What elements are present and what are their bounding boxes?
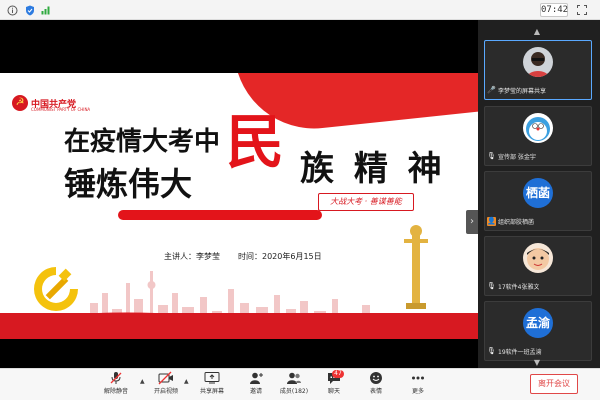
leave-meeting-button[interactable]: 离开会议 [530,374,578,394]
fullscreen-icon[interactable] [576,3,588,17]
slide-bottom-band [0,313,478,339]
slide-speaker: 主讲人：李梦莹 [164,252,220,261]
more-button[interactable]: 更多 [398,371,438,399]
meeting-app: 07:42 ☭ 中国共产党 COMMUNIST PARTY OF CHINA 在… [0,0,600,400]
party-name-english: COMMUNIST PARTY OF CHINA [31,107,91,112]
chat-unread-badge: 47 [332,370,344,378]
more-dots-icon [398,371,438,387]
slide-red-bar [118,210,322,220]
slide-title-line3: 族 精 神 [300,149,446,189]
participant-tile[interactable]: 🎙 宣传部 张金宇 [484,106,592,166]
slide-date: 时间：2020年6月15日 [238,252,322,261]
top-status-bar: 07:42 [0,0,600,20]
share-screen-button[interactable]: 共享屏幕 [192,371,232,399]
more-label: 更多 [411,388,424,395]
hammer-sickle-icon [34,267,78,311]
scroll-down-arrow-icon[interactable]: ▼ [532,359,542,367]
participant-tile[interactable]: 孟渝 🎙 19软件一班孟渝 [484,301,592,361]
host-icon: 👤 [487,217,496,226]
slide-title-line2: 锤炼伟大 [64,165,193,203]
participant-label-row: 🎙 宣传部 张金宇 [487,151,591,162]
audio-options-caret-icon[interactable]: ▲ [140,378,145,385]
avatar [523,243,553,273]
members-button[interactable]: 成员(182) [274,371,314,399]
slide-slogan-stamp: 大战大考 · 善谋善能 [318,193,414,211]
mic-muted-icon: 🎙 [487,152,496,160]
members-label: 成员(182) [279,388,309,395]
participant-name: 17软件4张雅文 [498,284,540,291]
camera-off-icon [146,371,186,387]
share-screen-icon [192,371,232,387]
participant-label-row: 🎙 19软件一班孟渝 [487,346,591,357]
shield-icon [24,3,36,17]
participant-tile[interactable]: 🎤 李梦莹的屏幕共享 [484,40,592,100]
mic-muted-icon: 🎙 [487,282,496,290]
collapse-panel-arrow-icon[interactable]: › [466,210,478,234]
reactions-button[interactable]: 表情 [356,371,396,399]
mic-off-icon [96,371,136,387]
avatar: 孟渝 [523,308,553,338]
slide-title-big-char: 民 [226,108,285,176]
slide-title-line1: 在疫情大考中 [64,127,221,157]
participant-name: 19软件一班孟渝 [498,349,542,356]
mic-icon: 🎤 [487,86,496,94]
participant-name: 组织部胶栖菡 [498,219,535,226]
chat-label: 聊天 [327,388,340,395]
huabiao-column-graphic [404,225,428,309]
avatar: 栖菡 [523,178,553,208]
share-screen-label: 共享屏幕 [199,388,224,395]
unmute-label: 解除静音 [103,388,128,395]
start-video-button[interactable]: 开启视频 [146,371,186,399]
participant-label-row: 🎙 17软件4张雅文 [487,281,591,292]
participant-name: 李梦莹的屏幕共享 [498,88,547,95]
participant-name: 宣传部 张金宇 [498,154,536,161]
smiley-icon [356,371,396,387]
meeting-clock: 07:42 [540,3,569,17]
party-logo: ☭ 中国共产党 COMMUNIST PARTY OF CHINA [12,95,90,112]
video-options-caret-icon[interactable]: ▲ [184,378,189,385]
unmute-button[interactable]: 解除静音 [96,371,136,399]
avatar [523,113,553,143]
shared-screen-stage: ☭ 中国共产党 COMMUNIST PARTY OF CHINA 在疫情大考中 … [0,20,478,368]
invite-button[interactable]: 邀请 [236,371,276,399]
reactions-label: 表情 [369,388,382,395]
participant-tile[interactable]: 栖菡 👤 组织部胶栖菡 [484,171,592,231]
participant-label-row: 👤 组织部胶栖菡 [487,216,591,227]
mic-muted-icon: 🎙 [487,347,496,355]
signal-icon [40,3,52,17]
members-icon [274,371,314,387]
participant-tile[interactable]: 🎙 17软件4张雅文 [484,236,592,296]
meeting-toolbar: 解除静音 ▲ 开启视频 ▲ 共享屏幕 邀请 成员(182) 聊天 表情 更多 [0,368,600,400]
scroll-up-arrow-icon[interactable]: ▲ [532,28,542,36]
add-user-icon [236,371,276,387]
start-video-label: 开启视频 [153,388,178,395]
avatar [523,47,553,77]
party-emblem-icon: ☭ [12,95,28,111]
invite-label: 邀请 [249,388,262,395]
presentation-slide: ☭ 中国共产党 COMMUNIST PARTY OF CHINA 在疫情大考中 … [0,73,478,339]
participant-label-row: 🎤 李梦莹的屏幕共享 [487,85,591,96]
info-icon[interactable] [6,3,18,17]
